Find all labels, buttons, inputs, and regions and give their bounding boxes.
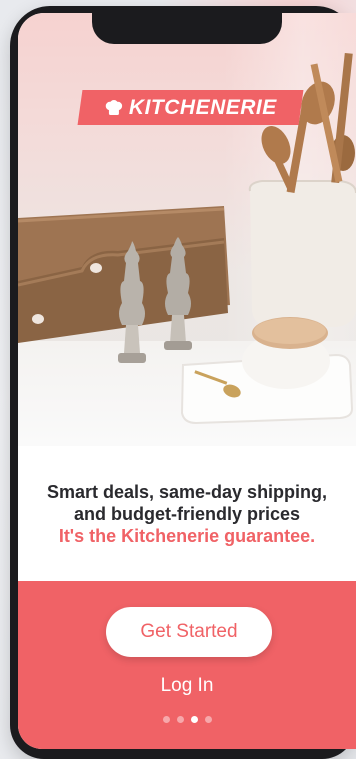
hero-image: KITCHENERIE bbox=[18, 13, 356, 446]
page-indicator bbox=[18, 716, 356, 726]
tagline-block: Smart deals, same-day shipping, and budg… bbox=[18, 446, 356, 581]
app-screen: KITCHENERIE Smart deals, same-day shippi… bbox=[18, 13, 356, 749]
page-dot[interactable] bbox=[176, 716, 184, 723]
chef-hat-icon bbox=[105, 99, 122, 115]
page-dot[interactable] bbox=[204, 716, 212, 723]
tagline-line-2: and budget-friendly prices bbox=[73, 503, 301, 524]
hero-illustration bbox=[18, 52, 356, 425]
utensil-jar bbox=[249, 181, 356, 327]
page-dot[interactable] bbox=[162, 716, 170, 723]
phone-notch bbox=[92, 13, 282, 44]
get-started-button[interactable]: Get Started bbox=[106, 607, 272, 657]
log-in-button[interactable]: Log In bbox=[137, 671, 237, 701]
cta-panel: Get Started Log In bbox=[18, 581, 356, 749]
brand-logo-badge: KITCHENERIE bbox=[77, 90, 304, 125]
page-dot-active[interactable] bbox=[190, 716, 198, 723]
brand-logo-text: KITCHENERIE bbox=[128, 95, 277, 119]
tagline-guarantee: It's the Kitchenerie guarantee. bbox=[58, 525, 316, 546]
tagline-line-1: Smart deals, same-day shipping, bbox=[46, 481, 328, 502]
